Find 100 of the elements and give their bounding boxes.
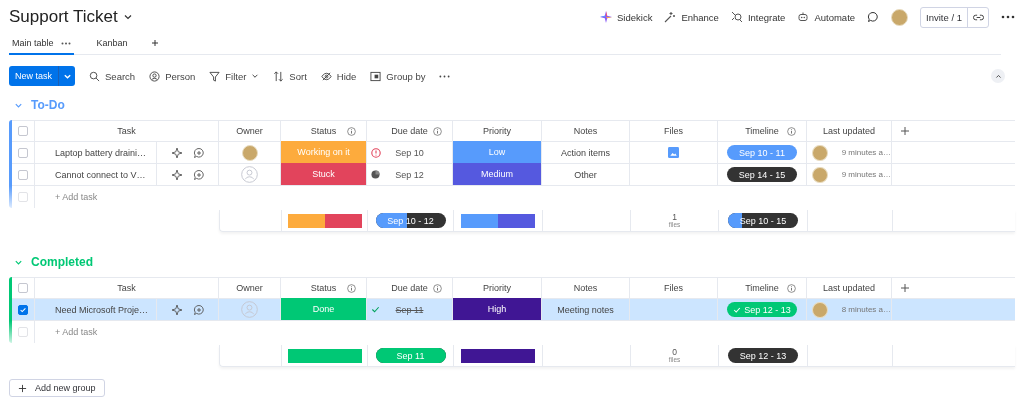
new-task-button[interactable]: New task (9, 66, 75, 86)
check-icon (371, 305, 380, 314)
select-all-checkbox[interactable] (18, 283, 28, 293)
user-avatar (812, 166, 828, 183)
header-action[interactable]: Sidekick (600, 11, 653, 23)
notes-text[interactable]: Action items (561, 147, 610, 158)
add-update-icon[interactable] (192, 146, 205, 159)
add-update-icon[interactable] (192, 303, 205, 316)
user-avatar (812, 301, 828, 318)
notes-text[interactable]: Meeting notes (557, 304, 614, 315)
timeline-pill[interactable]: Sep 14 - 15 (727, 167, 797, 182)
header-action[interactable]: Enhance (664, 11, 719, 23)
more-icon[interactable] (60, 41, 71, 45)
magic-wand-icon (664, 11, 677, 23)
toolbar-button[interactable]: Search (89, 70, 136, 82)
add-column-icon[interactable] (900, 283, 910, 293)
add-column-icon[interactable] (900, 126, 910, 136)
status-label[interactable]: Stuck (281, 163, 367, 185)
info-icon[interactable] (787, 283, 796, 293)
check-icon (733, 305, 742, 314)
comment-icon[interactable] (867, 11, 880, 23)
last-updated: 9 minutes a… (841, 148, 891, 157)
person-icon (149, 70, 161, 82)
add-task-input[interactable]: + Add task (55, 327, 98, 337)
info-icon[interactable] (433, 283, 442, 293)
plus-icon (18, 383, 27, 393)
due-date[interactable]: Sep 11 (395, 304, 424, 315)
filter-icon (209, 70, 221, 82)
sort-icon (273, 70, 285, 82)
notes-text[interactable]: Other (574, 169, 597, 180)
owner-avatar[interactable] (241, 144, 258, 161)
header-action[interactable]: Automate (797, 11, 856, 23)
column-header: Due date (391, 283, 428, 293)
more-icon[interactable] (439, 74, 451, 78)
info-icon[interactable] (347, 126, 356, 136)
header-action[interactable]: Integrate (730, 11, 786, 23)
priority-label[interactable]: Medium (453, 163, 542, 185)
chevron-up-icon (994, 72, 1002, 80)
column-header: Priority (483, 126, 511, 136)
column-header: Files (664, 126, 683, 136)
plug-icon (730, 11, 743, 23)
last-updated: 8 minutes a… (841, 305, 891, 314)
user-avatar (812, 144, 828, 161)
last-updated: 9 minutes a… (841, 170, 891, 179)
sparkle-icon[interactable] (170, 303, 183, 316)
row-checkbox[interactable] (18, 304, 28, 315)
row-checkbox[interactable] (18, 169, 28, 180)
column-header: Notes (573, 283, 598, 293)
info-icon[interactable] (347, 283, 356, 293)
view-tab[interactable]: Kanban (93, 38, 131, 55)
due-date[interactable]: Sep 10 (395, 147, 424, 158)
image-file-icon[interactable] (668, 147, 679, 158)
task-name[interactable]: Cannot connect to V… (55, 169, 146, 180)
files-count: 1 (672, 213, 677, 222)
column-header: Priority (483, 283, 511, 293)
column-header: Due date (391, 126, 428, 136)
toolbar-button[interactable]: Hide (320, 70, 357, 82)
more-icon[interactable] (1001, 15, 1015, 19)
sparkle-icon[interactable] (170, 168, 183, 181)
column-header: Owner (236, 126, 263, 136)
caret-icon[interactable] (251, 72, 260, 80)
column-header: Timeline (745, 283, 779, 293)
sparkle-icon[interactable] (170, 146, 183, 159)
priority-label[interactable]: High (453, 298, 542, 320)
view-tab[interactable]: Main table (9, 38, 74, 55)
eye-off-icon (320, 70, 332, 82)
toolbar-button[interactable]: Filter (209, 70, 260, 82)
column-header: Last updated (822, 126, 875, 136)
add-view-icon[interactable] (150, 39, 159, 47)
info-icon[interactable] (433, 126, 442, 136)
task-name[interactable]: Laptop battery draini… (55, 147, 147, 158)
select-all-checkbox[interactable] (18, 126, 28, 136)
search-icon (89, 70, 100, 82)
toolbar-button[interactable]: Sort (273, 70, 307, 82)
due-date[interactable]: Sep 12 (395, 169, 424, 180)
row-checkbox[interactable] (18, 147, 28, 158)
toolbar-button[interactable]: Person (149, 70, 196, 82)
column-header: Notes (573, 126, 598, 136)
user-avatar[interactable] (891, 8, 909, 26)
progress-icon (371, 170, 380, 179)
alert-icon (371, 147, 381, 158)
chevron-down-icon[interactable] (122, 12, 133, 22)
info-icon[interactable] (787, 126, 796, 136)
add-task-input[interactable]: + Add task (55, 192, 98, 202)
collapse-button[interactable] (991, 69, 1005, 83)
due-date-summary: Sep 11 (375, 348, 446, 363)
column-header: Task (117, 283, 136, 293)
group-icon (370, 70, 382, 82)
sparkle-icon (600, 11, 612, 23)
task-name[interactable]: Need Microsoft Proje… (55, 304, 149, 315)
add-update-icon[interactable] (192, 168, 205, 181)
column-header: Last updated (822, 283, 875, 293)
toolbar-button[interactable]: Group by (370, 70, 426, 82)
add-group-button[interactable]: Add new group (9, 379, 105, 397)
files-count: 0 (672, 348, 677, 357)
column-header: Timeline (745, 126, 779, 136)
column-header: Task (117, 126, 136, 136)
column-header: Files (664, 283, 683, 293)
column-header: Status (310, 126, 337, 136)
column-header: Status (310, 283, 337, 293)
